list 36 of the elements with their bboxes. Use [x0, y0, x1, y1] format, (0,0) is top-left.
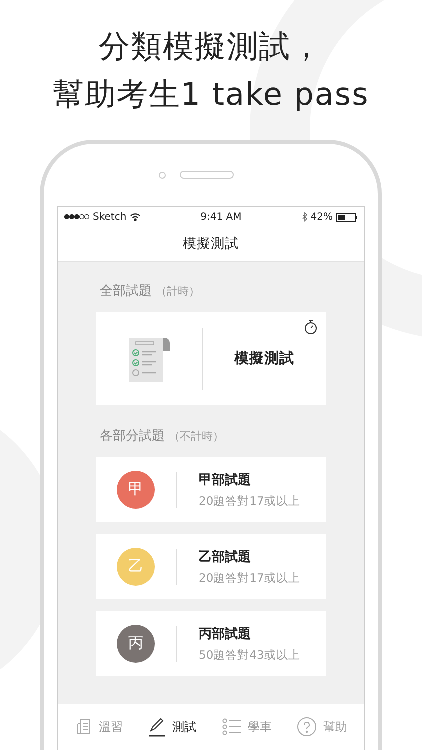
headline: 分類模擬測試， [99, 28, 323, 66]
headline: 幫助考生1 take pass [52, 76, 370, 114]
stopwatch-icon [304, 320, 318, 335]
camera-icon [158, 172, 166, 178]
part-badge: 丙 [117, 624, 155, 662]
tab-bar-item[interactable]: 測試 [144, 713, 200, 741]
mock-test-card[interactable]: 模擬測試 [96, 312, 326, 405]
battery-percentage: 42% [310, 212, 333, 222]
help-icon [297, 717, 318, 737]
test-part-card[interactable]: 乙 乙部試題 20題答對17或以上 [96, 534, 326, 599]
test-part-card[interactable]: 甲 甲部試題 20題答對17或以上 [96, 457, 326, 522]
speaker-icon [180, 171, 234, 179]
part-badge: 甲 [117, 470, 155, 508]
section-title: 全部試題 [100, 283, 152, 300]
screen-title: 模擬測試 [183, 235, 239, 253]
list-icon [222, 718, 242, 736]
part-title: 甲部試題 [199, 472, 252, 488]
section-title: 各部分試題 [100, 428, 165, 445]
part-requirement: 50題答對43或以上 [199, 648, 300, 662]
clock-time: 9:41 AM [200, 212, 242, 222]
section-note: （計時） [156, 284, 200, 299]
signal-icon [64, 214, 90, 220]
battery-icon [336, 212, 358, 222]
document-icon [74, 718, 93, 736]
part-badge: 乙 [117, 548, 155, 586]
section-note: （不計時） [169, 429, 224, 444]
pencil-icon [148, 717, 166, 737]
carrier-name: Sketch [93, 212, 127, 222]
part-title: 乙部試題 [199, 548, 252, 566]
part-requirement: 20題答對17或以上 [199, 570, 300, 586]
test-part-card[interactable]: 丙 丙部試題 50題答對43或以上 [96, 611, 326, 676]
part-title: 丙部試題 [199, 626, 252, 642]
wifi-icon [130, 213, 141, 221]
card-title: 模擬測試 [233, 350, 296, 368]
bluetooth-icon [302, 212, 308, 222]
part-requirement: 20題答對17或以上 [199, 494, 300, 508]
